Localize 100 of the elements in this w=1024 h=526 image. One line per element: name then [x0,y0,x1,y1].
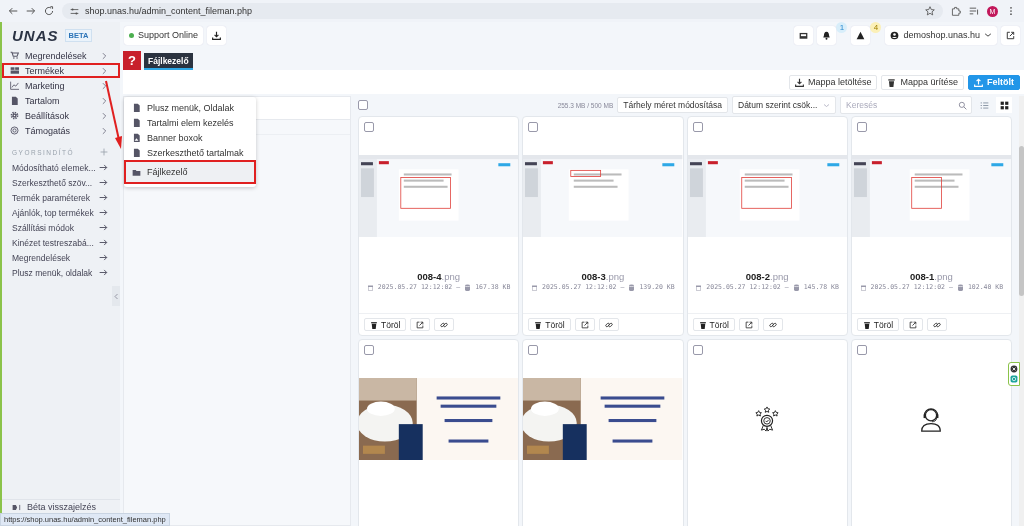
quick-link[interactable]: Termék paraméterek [2,190,120,205]
calendar-icon [695,283,703,291]
help-button[interactable]: ? [123,51,141,70]
warning-count: 4 [870,21,882,33]
chevron-left-icon [112,292,120,300]
quick-link[interactable]: Ajánlók, top termékek [2,205,120,220]
warning-icon [856,30,866,40]
support-status-button[interactable]: Support Online [124,25,204,45]
quick-link[interactable]: Plusz menük, oldalak [2,265,120,280]
lifebuoy-icon [10,126,19,135]
quick-link[interactable]: Szállítási módok [2,220,120,235]
copy-link-button[interactable] [927,318,948,331]
file-icon [10,96,19,105]
tab[interactable]: Fájlkezelő [144,53,193,70]
delete-button[interactable]: Töröl [856,318,900,331]
sidebar-item[interactable]: Tartalom [2,93,120,108]
quick-link[interactable]: Módosítható elemek... [2,160,120,175]
site-info-icon [70,6,79,16]
open-button[interactable] [903,318,924,331]
forward-icon [26,6,36,16]
sidebar-item[interactable]: Marketing [2,78,120,93]
database-icon [464,283,472,291]
empty-folder-button[interactable]: Mappa ürítése [881,74,964,90]
grid-view-button[interactable] [996,97,1012,113]
menu-item[interactable]: Fájlkezelő [124,160,256,184]
file-checkbox[interactable] [692,345,703,355]
quick-link[interactable]: Megrendelések [2,250,120,265]
list-icon [979,100,989,110]
file-name: 008-3.png [580,271,626,282]
register-button[interactable] [794,25,814,45]
notifications-button[interactable] [817,25,837,45]
quick-link[interactable]: Kinézet testreszabá... [2,235,120,250]
chart-icon [10,81,19,90]
image-icon [132,133,141,142]
menu-item[interactable]: Banner boxok [124,130,256,145]
back-icon [8,6,18,16]
select-all-checkbox[interactable] [358,100,368,110]
warnings-button[interactable] [851,25,871,45]
file-icon [132,148,141,157]
address-bar[interactable]: shop.unas.hu/admin_content_fileman.php [62,3,943,19]
sidebar-item[interactable]: Megrendelések [2,48,120,63]
sort-select[interactable]: Dátum szerint csök... [732,96,836,114]
arrow-right-icon [99,238,108,247]
menu-item[interactable]: Tartalmi elem kezelés [124,115,256,130]
arrow-right-icon [99,268,108,277]
account-menu[interactable]: demoshop.unas.hu [885,25,997,45]
copy-link-button[interactable] [434,318,455,331]
open-shop-button[interactable] [1001,25,1020,45]
download-icon [794,77,804,87]
copy-link-button[interactable] [762,318,783,331]
file-card[interactable] [358,339,520,526]
delete-button[interactable]: Töröl [692,318,735,331]
arrow-right-icon [99,253,108,262]
file-name: 008-2.png [744,271,790,282]
file-checkbox[interactable] [528,345,539,355]
open-button[interactable] [738,318,759,331]
trash-icon [370,320,378,329]
open-button[interactable] [574,318,595,331]
quick-link[interactable]: Szerkeszthető szöv... [2,175,120,190]
link-icon [440,320,449,329]
download-button[interactable] [207,25,227,45]
file-card[interactable] [522,339,684,526]
menu-item[interactable]: Szerkeszthető tartalmak [124,145,256,160]
collapse-handle[interactable] [112,286,120,306]
external-link-icon [416,320,425,329]
reload-icon [44,6,54,16]
file-checkbox[interactable] [692,122,703,132]
database-icon [792,283,800,291]
logo[interactable]: UNAS [12,26,59,44]
arrow-right-icon [99,163,108,172]
delete-button[interactable]: Töröl [528,318,571,331]
sidebar-item[interactable]: Beállítások [2,108,120,123]
folder-icon [132,167,141,177]
download-folder-button[interactable]: Mappa letöltése [788,74,878,90]
calendar-icon [859,283,867,291]
search-field[interactable]: Keresés [840,96,972,114]
award-icon [754,405,781,432]
trash-icon [862,320,871,329]
database-icon [628,283,636,291]
delete-button[interactable]: Töröl [364,318,407,331]
scrollbar[interactable] [1019,96,1024,526]
open-button[interactable] [410,318,431,331]
file-checkbox[interactable] [364,345,374,355]
sidebar-item[interactable]: Termékek [2,63,120,78]
storage-resize-button[interactable]: Tárhely méret módosítása [617,97,728,113]
bell-icon [822,30,832,40]
add-icon [100,148,108,156]
link-icon [933,320,942,329]
sidebar-item[interactable]: Támogatás [2,123,120,138]
file-checkbox[interactable] [364,122,374,132]
file-checkbox[interactable] [856,122,867,132]
url-text: shop.unas.hu/admin_content_fileman.php [85,6,253,16]
file-checkbox[interactable] [856,345,867,355]
notification-count: 1 [836,21,848,33]
database-icon [956,283,964,291]
copy-link-button[interactable] [598,318,619,331]
file-checkbox[interactable] [528,122,539,132]
annotation-arrow [104,80,123,150]
media-control-icon [969,6,979,16]
external-link-icon [909,320,918,329]
